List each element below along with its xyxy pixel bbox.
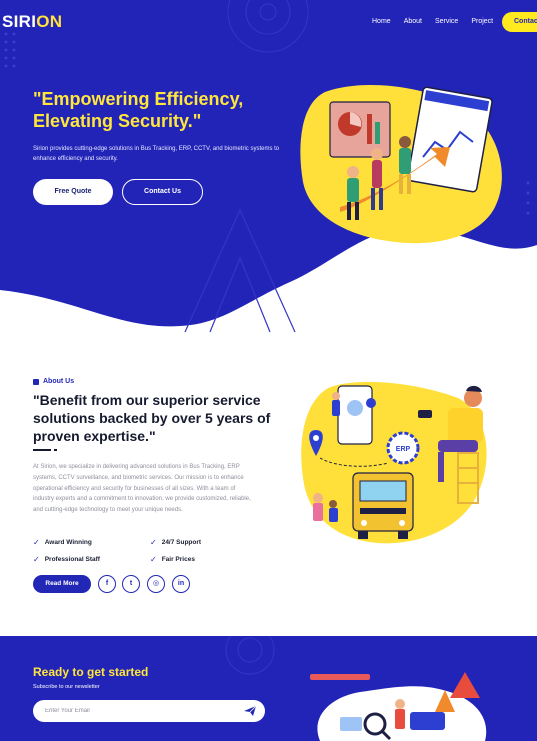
feature-item: ✓ Professional Staff <box>33 555 100 564</box>
free-quote-button[interactable]: Free Quote <box>33 179 113 205</box>
title-underline-dot <box>54 449 57 451</box>
read-more-button[interactable]: Read More <box>33 575 91 593</box>
feature-label: Professional Staff <box>44 556 100 563</box>
twitter-icon[interactable]: t <box>122 575 140 593</box>
hero-section: SIRION Home About Service Project Contac… <box>0 0 537 345</box>
linkedin-icon[interactable]: in <box>172 575 190 593</box>
hero-description: Sirion provides cutting-edge solutions i… <box>33 146 280 162</box>
feature-item: ✓ 24/7 Support <box>150 538 201 547</box>
hero-title: "Empowering Efficiency, Elevating Securi… <box>33 89 244 131</box>
tag-icon <box>33 378 39 385</box>
brand-logo[interactable]: SIRION <box>2 12 62 32</box>
brand-logo-part2: ON <box>36 12 63 31</box>
main-nav: Home About Service Project Contact <box>372 12 537 32</box>
analytics-illustration <box>300 84 502 244</box>
newsletter-subtitle: Subscribe to our newsletter <box>33 684 100 690</box>
check-icon: ✓ <box>150 538 157 547</box>
bus-tracking-illustration: ERP <box>301 381 487 544</box>
title-underline <box>33 449 51 451</box>
brand-logo-part1: SIRI <box>2 12 37 31</box>
feature-item: ✓ Fair Prices <box>150 555 195 564</box>
erp-label: ERP <box>396 446 411 453</box>
instagram-icon[interactable]: ◎ <box>147 575 165 593</box>
nav-contact-button[interactable]: Contact <box>502 12 537 32</box>
feature-label: 24/7 Support <box>161 539 202 546</box>
feature-label: Award Winning <box>44 539 92 546</box>
check-icon: ✓ <box>33 555 40 564</box>
nav-item-home[interactable]: Home <box>372 18 391 25</box>
nav-item-service[interactable]: Service <box>435 18 458 25</box>
check-icon: ✓ <box>33 538 40 547</box>
about-tag-label: About Us <box>43 378 75 385</box>
newsletter-section: Ready to get started Subscribe to our ne… <box>0 636 537 741</box>
feature-item: ✓ Award Winning <box>33 538 92 547</box>
nav-item-about[interactable]: About <box>404 18 422 25</box>
facebook-icon[interactable]: f <box>98 575 116 593</box>
about-tag: About Us <box>33 378 74 385</box>
send-icon[interactable] <box>243 705 257 717</box>
feature-label: Fair Prices <box>161 556 195 563</box>
nav-item-project[interactable]: Project <box>471 18 493 25</box>
contact-us-button[interactable]: Contact Us <box>122 179 203 205</box>
email-input[interactable] <box>33 700 265 722</box>
check-icon: ✓ <box>150 555 157 564</box>
about-title: "Benefit from our superior service solut… <box>33 392 271 444</box>
newsletter-title: Ready to get started <box>33 665 149 679</box>
about-description: At Sirion, we specialize in delivering a… <box>33 464 251 514</box>
marketing-illustration <box>310 672 487 741</box>
